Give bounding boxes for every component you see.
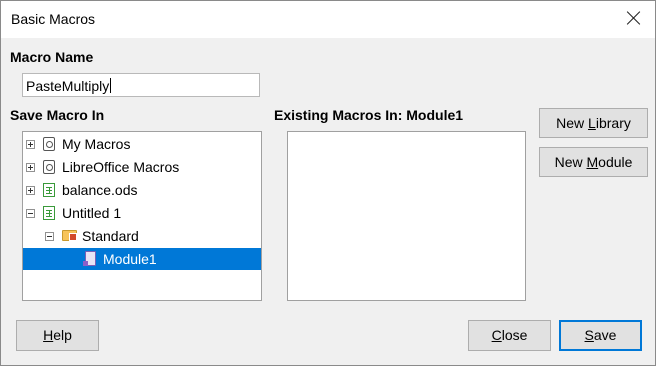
tree-item-standard[interactable]: Standard [23, 225, 261, 247]
macro-name-input[interactable]: PasteMultiply [22, 73, 260, 97]
collapse-minus-icon[interactable] [26, 209, 35, 218]
tree-item-label: Module1 [103, 251, 157, 267]
mnemonic-char: M [586, 154, 599, 170]
button-label-pre: New [556, 115, 589, 131]
collapse-minus-icon[interactable] [45, 232, 54, 241]
module-icon [83, 251, 96, 266]
button-label-post: ibrary [595, 115, 631, 131]
existing-macros-label: Existing Macros In: Module1 [274, 107, 464, 123]
macro-library-icon [43, 160, 55, 174]
tree-item-my-macros[interactable]: My Macros [23, 133, 261, 155]
save-macro-in-tree[interactable]: My Macros LibreOffice Macros balance.ods… [22, 131, 262, 301]
text-caret [110, 78, 112, 93]
mnemonic-char: H [43, 327, 54, 343]
close-button[interactable]: Close [468, 320, 551, 351]
macro-library-icon [43, 137, 55, 151]
tree-item-label: Standard [82, 228, 139, 244]
folder-icon [62, 230, 77, 241]
tree-item-libreoffice-macros[interactable]: LibreOffice Macros [23, 156, 261, 178]
tree-item-label: LibreOffice Macros [62, 159, 180, 175]
expand-plus-icon[interactable] [26, 163, 35, 172]
expand-plus-icon[interactable] [26, 186, 35, 195]
button-label-post: elp [53, 327, 72, 343]
mnemonic-char: L [588, 115, 596, 131]
button-label-post: lose [501, 327, 528, 343]
basic-macros-dialog: Basic Macros Macro Name PasteMultiply Sa… [0, 0, 656, 366]
mnemonic-char: S [584, 327, 594, 343]
tree-item-untitled-1[interactable]: Untitled 1 [23, 202, 261, 224]
tree-item-label: My Macros [62, 136, 131, 152]
save-button[interactable]: Save [559, 320, 642, 351]
spreadsheet-icon [43, 206, 55, 220]
help-button[interactable]: Help [16, 320, 99, 351]
button-label-pre: New [554, 154, 587, 170]
tree-item-label: Untitled 1 [62, 205, 122, 221]
new-module-button[interactable]: New Module [539, 147, 648, 177]
macro-name-label: Macro Name [10, 49, 94, 65]
new-library-button[interactable]: New Library [539, 108, 648, 138]
tree-item-label: balance.ods [62, 182, 138, 198]
expand-plus-icon[interactable] [26, 140, 35, 149]
tree-item-module1[interactable]: Module1 [23, 248, 261, 270]
close-icon[interactable] [626, 10, 642, 26]
existing-macros-list[interactable] [287, 131, 526, 301]
macro-name-value: PasteMultiply [26, 78, 110, 94]
button-label-post: odule [598, 154, 633, 170]
mnemonic-char: C [491, 327, 502, 343]
button-label-post: ave [593, 327, 617, 343]
spreadsheet-icon [43, 183, 55, 197]
tree-item-balance-ods[interactable]: balance.ods [23, 179, 261, 201]
title-bar: Basic Macros [1, 1, 655, 38]
save-macro-in-label: Save Macro In [10, 107, 105, 123]
window-title: Basic Macros [11, 11, 96, 27]
